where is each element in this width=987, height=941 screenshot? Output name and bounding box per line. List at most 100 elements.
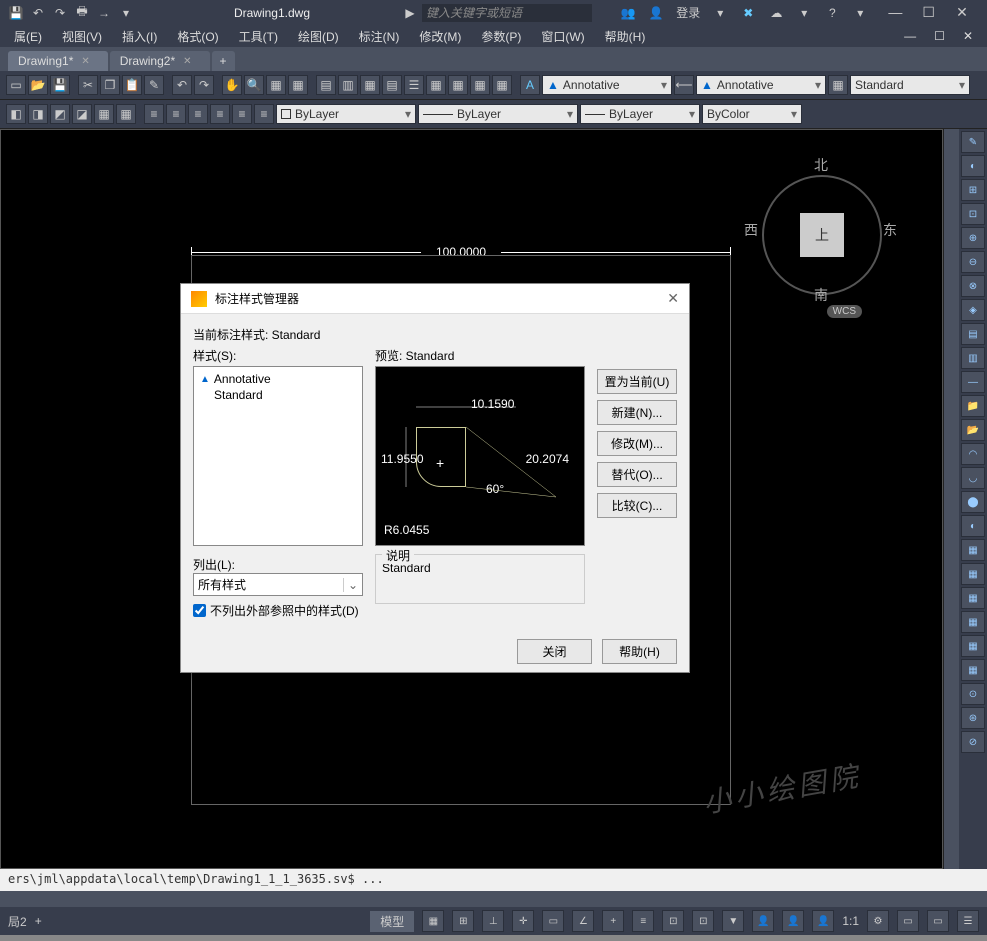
save-icon[interactable]: 💾 [50, 75, 70, 95]
tool-icon[interactable]: ▤ [961, 323, 985, 345]
grid-icon[interactable]: ▦ [422, 910, 444, 932]
viewcube-north[interactable]: 北 [814, 155, 828, 175]
tool-icon[interactable]: ⊡ [692, 910, 714, 932]
tool-icon[interactable]: ◈ [961, 299, 985, 321]
lineweight-combo[interactable]: ByLayer ▾ [580, 104, 700, 124]
chevron-down-icon[interactable]: ▾ [796, 5, 812, 21]
listout-select[interactable]: 所有样式 ⌄ [193, 573, 363, 596]
compare-button[interactable]: 比较(C)... [597, 493, 677, 518]
chevron-down-icon[interactable]: ▾ [118, 5, 134, 21]
viewcube-face[interactable]: 上 [800, 213, 844, 257]
horizontal-scrollbar[interactable] [0, 891, 987, 907]
paste-icon[interactable]: 📋 [122, 75, 142, 95]
tool-icon[interactable]: ◠ [961, 443, 985, 465]
tool-icon[interactable]: ▦ [448, 75, 468, 95]
search-input[interactable]: 键入关键字或短语 [422, 4, 592, 22]
command-line[interactable]: ers\jml\appdata\local\temp\Drawing1_1_1_… [0, 869, 987, 891]
override-button[interactable]: 替代(O)... [597, 462, 677, 487]
text-icon[interactable]: A [520, 75, 540, 95]
menu-draw[interactable]: 绘图(D) [290, 26, 347, 47]
layer-icon[interactable]: ≡ [144, 104, 164, 124]
close-button[interactable]: ✕ [947, 4, 977, 21]
close-icon[interactable]: ✕ [81, 56, 89, 67]
menu-modify[interactable]: 修改(M) [411, 26, 469, 47]
color-combo[interactable]: ByLayer ▾ [276, 104, 416, 124]
wcs-label[interactable]: WCS [827, 305, 862, 318]
tool-icon[interactable]: ⊕ [961, 227, 985, 249]
pan-icon[interactable]: ✋ [222, 75, 242, 95]
tab-drawing1[interactable]: Drawing1* ✕ [8, 51, 108, 71]
arrow-icon[interactable]: → [96, 5, 112, 21]
copy-icon[interactable]: ❐ [100, 75, 120, 95]
dim-style-combo[interactable]: ▲ Annotative ▾ [696, 75, 826, 95]
cut-icon[interactable]: ✂ [78, 75, 98, 95]
layer-icon[interactable]: ≡ [166, 104, 186, 124]
add-tab-button[interactable]: + [212, 51, 235, 71]
viewcube-east[interactable]: 东 [883, 220, 897, 240]
tool-icon[interactable]: 📂 [961, 419, 985, 441]
tool-icon[interactable]: ⊡ [662, 910, 684, 932]
table-style-combo[interactable]: Standard ▾ [850, 75, 970, 95]
chevron-down-icon[interactable]: ▾ [852, 5, 868, 21]
list-item[interactable]: Standard [198, 387, 358, 403]
tool-icon[interactable]: ◐ [961, 515, 985, 537]
model-button[interactable]: 模型 [370, 911, 414, 932]
text-style-combo[interactable]: ▲ Annotative ▾ [542, 75, 672, 95]
tool-icon[interactable]: ▥ [961, 347, 985, 369]
tool-icon[interactable]: — [961, 371, 985, 393]
redo-icon[interactable]: ↷ [194, 75, 214, 95]
linetype-combo[interactable]: ByLayer ▾ [418, 104, 578, 124]
tool-icon[interactable]: ▭ [897, 910, 919, 932]
lwt-icon[interactable]: ≡ [632, 910, 654, 932]
layer-icon[interactable]: ≡ [210, 104, 230, 124]
add-layout-button[interactable]: + [35, 914, 42, 928]
exchange-icon[interactable]: ✖ [740, 5, 756, 21]
tool-icon[interactable]: ▤ [316, 75, 336, 95]
set-current-button[interactable]: 置为当前(U) [597, 369, 677, 394]
viewcube[interactable]: 上 北 南 西 东 [752, 150, 892, 290]
tool-icon[interactable]: ◩ [50, 104, 70, 124]
undo-icon[interactable]: ↶ [30, 5, 46, 21]
new-button[interactable]: 新建(N)... [597, 400, 677, 425]
tool-icon[interactable]: ⊡ [961, 203, 985, 225]
tool-icon[interactable]: 👤 [782, 910, 804, 932]
menu-format[interactable]: 格式(O) [169, 26, 226, 47]
modify-button[interactable]: 修改(M)... [597, 431, 677, 456]
tool-icon[interactable]: ◨ [28, 104, 48, 124]
menu-edit[interactable]: 属(E) [6, 26, 50, 47]
tool-icon[interactable]: ▦ [470, 75, 490, 95]
styles-listbox[interactable]: ▲ Annotative Standard [193, 366, 363, 546]
tool-icon[interactable]: 📁 [961, 395, 985, 417]
play-icon[interactable]: ▶ [402, 5, 418, 21]
tool-icon[interactable]: ⬤ [961, 491, 985, 513]
cloud-icon[interactable]: ☁ [768, 5, 784, 21]
help-icon[interactable]: ? [824, 5, 840, 21]
menu-view[interactable]: 视图(V) [54, 26, 110, 47]
tool-icon[interactable]: ⊙ [961, 683, 985, 705]
minimize-button[interactable]: — [880, 4, 910, 20]
tool-icon[interactable]: ☰ [404, 75, 424, 95]
close-button[interactable]: ✕ [667, 290, 679, 307]
mdi-restore-button[interactable]: ☐ [926, 27, 953, 45]
xref-checkbox[interactable]: 不列出外部参照中的样式(D) [193, 602, 363, 619]
tool-icon[interactable]: ⊞ [961, 179, 985, 201]
mdi-close-button[interactable]: ✕ [955, 27, 981, 45]
match-icon[interactable]: ✎ [144, 75, 164, 95]
help-button[interactable]: 帮助(H) [602, 639, 677, 664]
login-link[interactable]: 登录 [676, 4, 700, 21]
user-icon[interactable]: 👥 [620, 5, 636, 21]
tool-icon[interactable]: ◪ [72, 104, 92, 124]
undo-icon[interactable]: ↶ [172, 75, 192, 95]
tool-icon[interactable]: ▦ [116, 104, 136, 124]
tool-icon[interactable]: ▦ [961, 635, 985, 657]
snap-icon[interactable]: ⊞ [452, 910, 474, 932]
viewcube-south[interactable]: 南 [814, 285, 828, 305]
maximize-button[interactable]: ☐ [914, 4, 944, 21]
dyn-icon[interactable]: + [602, 910, 624, 932]
viewcube-west[interactable]: 西 [744, 220, 758, 240]
tool-icon[interactable]: ⊛ [961, 707, 985, 729]
tool-icon[interactable]: ▥ [338, 75, 358, 95]
plotstyle-combo[interactable]: ByColor ▾ [702, 104, 802, 124]
tool-icon[interactable]: ▭ [927, 910, 949, 932]
redo-icon[interactable]: ↷ [52, 5, 68, 21]
